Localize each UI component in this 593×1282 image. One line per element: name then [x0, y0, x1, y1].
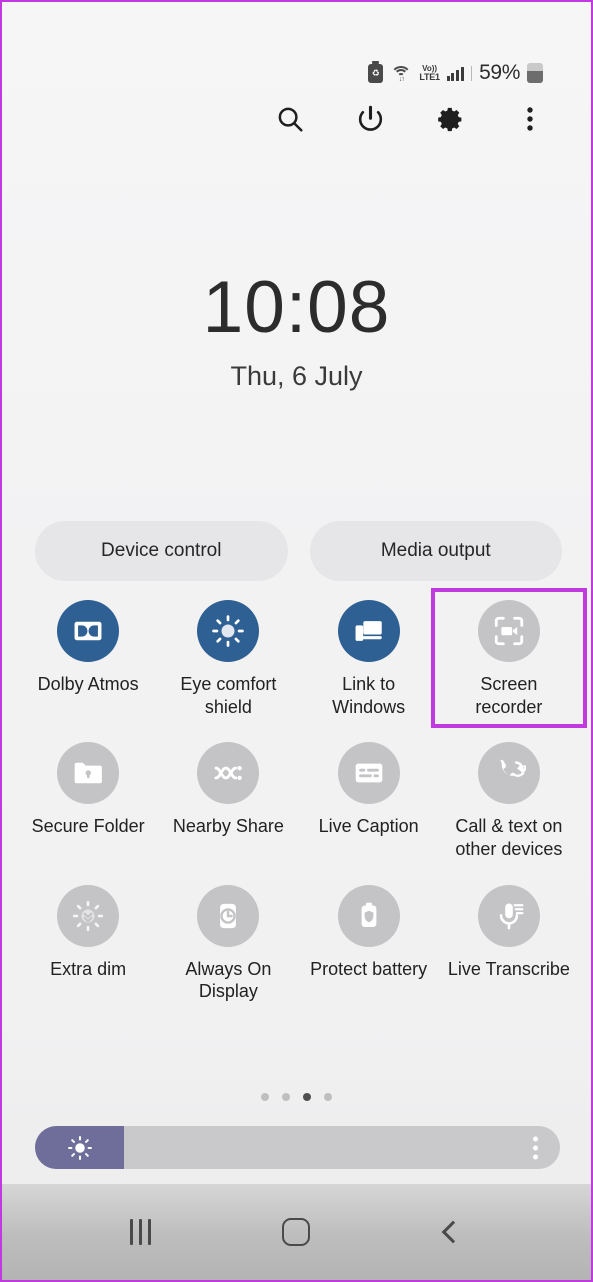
brightness-slider[interactable]	[35, 1126, 560, 1169]
recents-button[interactable]	[110, 1207, 170, 1257]
control-pill-row: Device control Media output	[35, 521, 562, 581]
page-dot-1[interactable]	[282, 1093, 290, 1101]
back-button[interactable]	[423, 1207, 483, 1257]
tile-live-caption-label: Live Caption	[318, 816, 419, 837]
battery-saver-icon: ♻	[368, 60, 384, 83]
brightness-more-options-icon[interactable]	[533, 1136, 538, 1159]
tile-dolby-atmos-label: Dolby Atmos	[37, 674, 139, 694]
tile-nearby-share-label: Nearby Share	[172, 816, 284, 837]
page-dot-0[interactable]	[261, 1093, 269, 1101]
brightness-sun-icon	[67, 1135, 92, 1160]
tile-secure-folder-label: Secure Folder	[31, 816, 145, 837]
clock-date: Thu, 6 July	[230, 360, 363, 391]
page-dot-3[interactable]	[324, 1093, 332, 1101]
status-bar: ♻ ↓↑ Vo)) LTE1 59%	[2, 58, 591, 88]
back-icon	[441, 1220, 465, 1244]
search-icon[interactable]	[273, 102, 307, 136]
battery-icon	[527, 63, 543, 83]
tile-extra-dim[interactable]: Extra dim	[18, 884, 158, 1003]
live-transcribe-icon	[477, 884, 540, 947]
extra-dim-icon	[57, 884, 120, 947]
page-dot-2[interactable]	[303, 1093, 311, 1101]
device-control-button[interactable]: Device control	[35, 521, 288, 581]
eye-comfort-shield-icon	[197, 600, 260, 662]
tile-always-on-display[interactable]: Always On Display	[158, 884, 298, 1003]
tile-protect-battery[interactable]: Protect battery	[299, 884, 439, 1003]
clock-time[interactable]: 10:08	[2, 269, 591, 347]
tile-eye-comfort-shield-label: Eye comfort shield	[180, 674, 277, 717]
tile-call-text-other-devices[interactable]: Call & text on other devices	[439, 742, 579, 860]
tile-screen-recorder-label: Screen recorder	[475, 674, 543, 717]
home-button[interactable]	[266, 1207, 326, 1257]
secure-folder-icon	[57, 742, 120, 805]
tile-call-text-other-devices-label: Call & text on other devices	[455, 816, 563, 860]
quick-settings-toolbar	[273, 102, 547, 136]
volte-bottom-label: LTE1	[419, 71, 440, 82]
wifi-icon: ↓↑	[390, 64, 412, 83]
tile-link-to-windows-label: Link to Windows	[332, 674, 406, 717]
brightness-slider-fill	[35, 1126, 125, 1169]
signal-bars-icon	[446, 65, 464, 81]
volte-indicator: Vo)) LTE1	[419, 64, 440, 82]
tile-eye-comfort-shield[interactable]: Eye comfort shield	[158, 600, 298, 718]
page-indicator[interactable]	[2, 1093, 591, 1101]
live-caption-icon	[337, 742, 400, 805]
navigation-bar	[2, 1184, 591, 1280]
tile-nearby-share[interactable]: Nearby Share	[158, 742, 298, 860]
tile-always-on-display-label: Always On Display	[185, 958, 272, 1002]
call-text-other-devices-icon	[477, 742, 540, 805]
home-icon	[282, 1218, 311, 1246]
protect-battery-icon	[337, 884, 400, 947]
link-to-windows-icon	[337, 600, 400, 662]
tile-screen-recorder[interactable]: Screen recorder	[430, 587, 588, 729]
tile-extra-dim-label: Extra dim	[50, 958, 127, 979]
nearby-share-icon	[197, 742, 260, 805]
battery-percent-label: 59%	[479, 61, 520, 84]
always-on-display-icon	[197, 884, 260, 947]
tile-live-transcribe[interactable]: Live Transcribe	[439, 884, 579, 1003]
settings-gear-icon[interactable]	[433, 102, 467, 136]
media-output-button[interactable]: Media output	[309, 521, 562, 581]
screen-recorder-icon	[477, 600, 540, 662]
quick-settings-tile-grid: Dolby Atmos Eye comfort shield Link to Win…	[18, 587, 588, 1003]
tile-live-caption[interactable]: Live Caption	[299, 742, 439, 860]
quick-settings-panel: ♻ ↓↑ Vo)) LTE1 59% 10:08 Thu, 6 July Dev…	[0, 0, 593, 1282]
tile-dolby-atmos[interactable]: Dolby Atmos	[18, 600, 158, 718]
tile-protect-battery-label: Protect battery	[310, 958, 428, 979]
more-options-icon[interactable]	[513, 102, 547, 136]
recents-icon	[129, 1219, 151, 1245]
power-icon[interactable]	[353, 102, 387, 136]
dolby-atmos-icon	[57, 600, 120, 662]
tile-link-to-windows[interactable]: Link to Windows	[299, 600, 439, 718]
clock-area: 10:08 Thu, 6 July	[2, 269, 591, 392]
tile-secure-folder[interactable]: Secure Folder	[18, 742, 158, 860]
tile-live-transcribe-label: Live Transcribe	[447, 958, 570, 979]
status-divider	[470, 65, 473, 81]
